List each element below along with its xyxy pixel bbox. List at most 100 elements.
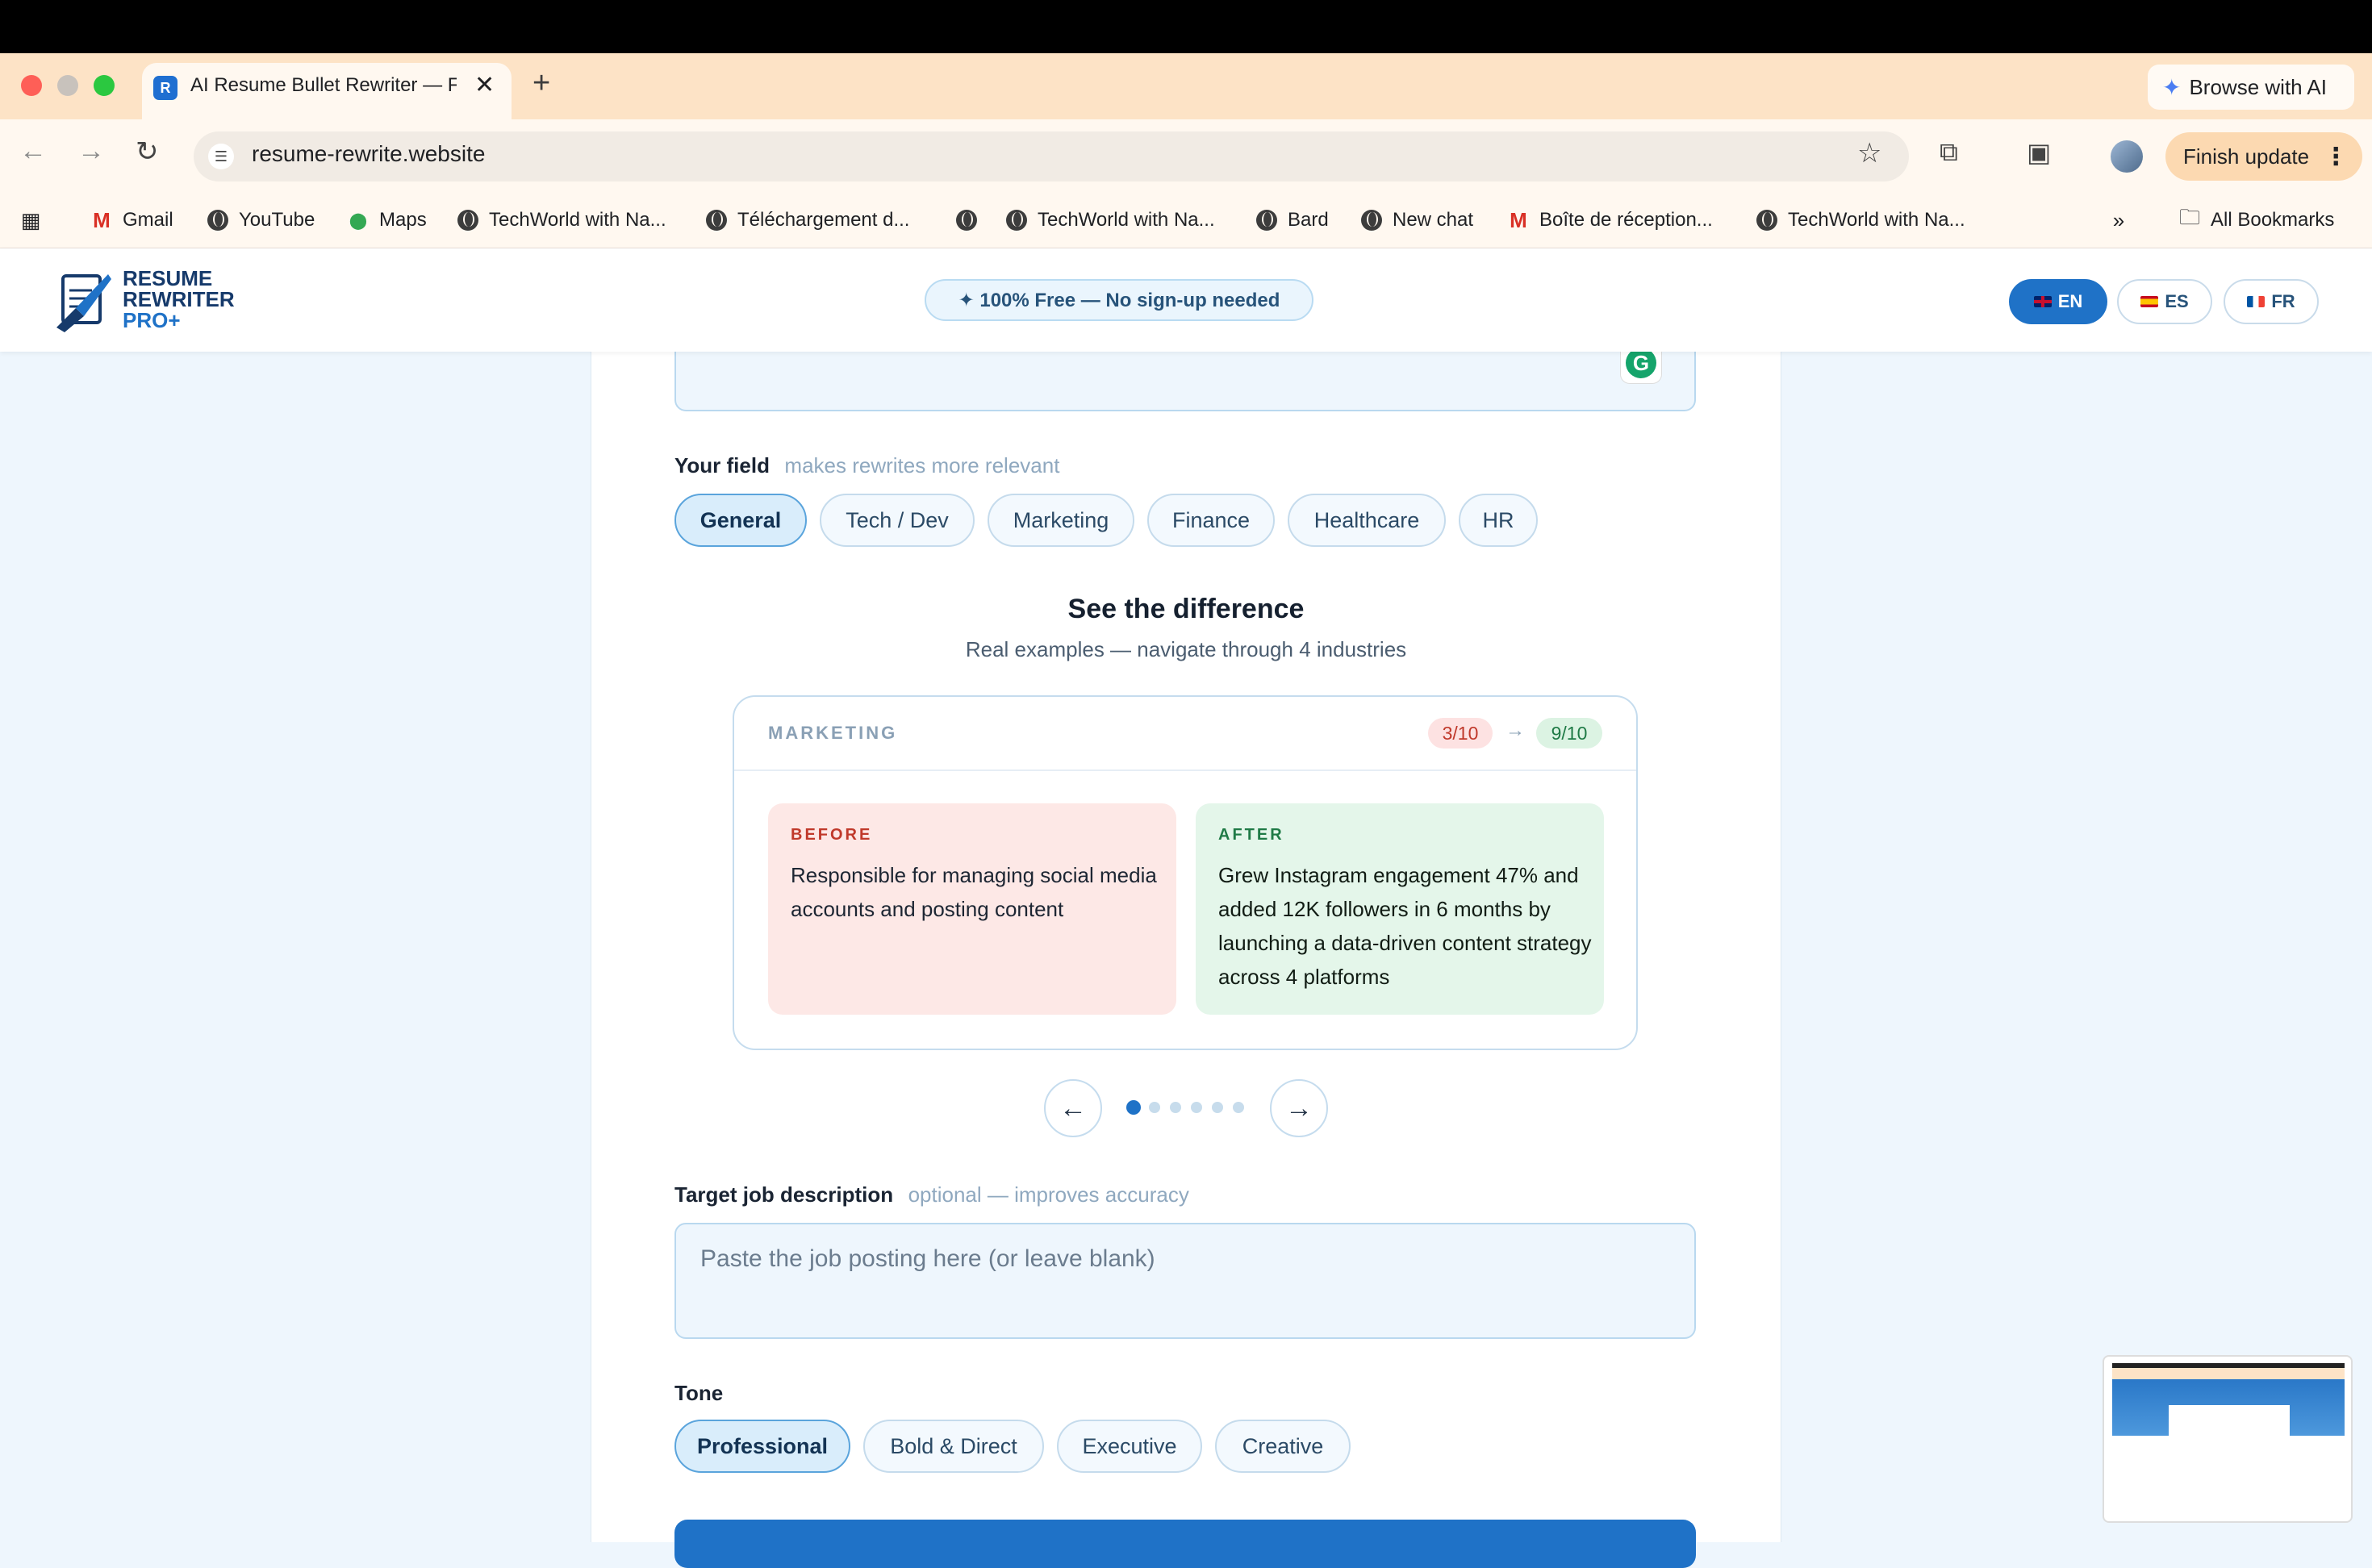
job-label: Target job description: [674, 1182, 894, 1207]
tone-option-professional[interactable]: Professional: [674, 1420, 850, 1473]
screenshot-thumbnail[interactable]: [2103, 1355, 2353, 1523]
field-option-tech-dev[interactable]: Tech / Dev: [820, 494, 975, 547]
job-description-textarea[interactable]: Paste the job posting here (or leave bla…: [674, 1223, 1696, 1339]
carousel-dot[interactable]: [1212, 1102, 1223, 1113]
bookmark-item[interactable]: Téléchargement d...: [705, 206, 909, 234]
tone-option-creative[interactable]: Creative: [1215, 1420, 1351, 1473]
bookmark-label: Gmail: [123, 209, 173, 231]
apps-grid-icon[interactable]: ▦: [19, 206, 42, 234]
media-search-icon[interactable]: ▣: [2027, 137, 2051, 168]
field-option-finance[interactable]: Finance: [1147, 494, 1275, 547]
field-hint: makes rewrites more relevant: [784, 453, 1060, 477]
prev-example-button[interactable]: ←: [1044, 1079, 1102, 1137]
globe-icon: [1756, 209, 1778, 231]
bookmark-item[interactable]: TechWorld with Na...: [1005, 206, 1215, 234]
gmail-icon: M: [93, 207, 111, 232]
score-arrow-icon: →: [1505, 719, 1525, 741]
finish-update-button[interactable]: Finish update ⋮: [2165, 132, 2362, 181]
score-after-badge: 9/10: [1536, 718, 1602, 749]
folder-icon: 🗀: [2178, 205, 2200, 229]
tone-options: Professional Bold & Direct Executive Creati…: [674, 1420, 1481, 1476]
bookmark-star-icon[interactable]: ☆: [1857, 137, 1881, 169]
extensions-icon[interactable]: ⧉: [1940, 137, 1958, 168]
profile-avatar[interactable]: [2111, 140, 2143, 173]
bookmark-item[interactable]: [955, 206, 978, 234]
bookmark-item[interactable]: TechWorld with Na...: [1756, 206, 1965, 234]
language-en-button[interactable]: EN: [2009, 279, 2107, 324]
browse-with-ai-button[interactable]: ✦ Browse with AI: [2148, 65, 2354, 110]
difference-subtitle: Real examples — navigate through 4 indus…: [965, 637, 1407, 661]
bookmark-label: TechWorld with Na...: [1038, 209, 1215, 231]
difference-title: See the difference: [1067, 594, 1305, 624]
france-flag-icon: [2247, 296, 2266, 307]
arrow-right-icon: →: [1285, 1092, 1313, 1124]
sparkle-icon: ✦: [2162, 74, 2182, 100]
language-fr-label: FR: [2271, 291, 2295, 311]
bookmark-label: Téléchargement d...: [737, 209, 910, 231]
bookmark-label: Maps: [379, 209, 427, 231]
field-option-hr[interactable]: HR: [1459, 494, 1538, 547]
bookmark-label: New chat: [1393, 209, 1474, 231]
bookmark-item[interactable]: New chat: [1360, 206, 1473, 234]
score-before-badge: 3/10: [1428, 718, 1493, 749]
new-tab-icon[interactable]: +: [532, 66, 550, 101]
job-hint: optional — improves accuracy: [908, 1182, 1189, 1207]
bookmark-item[interactable]: Bard: [1255, 206, 1329, 234]
uk-flag-icon: [2033, 296, 2052, 307]
close-window-button[interactable]: [21, 75, 42, 96]
job-placeholder: Paste the job posting here (or leave bla…: [700, 1245, 1155, 1272]
screen-top-bar: [0, 0, 2372, 53]
free-badge: ✦ 100% Free — No sign-up needed: [925, 279, 1313, 321]
url-text[interactable]: resume-rewrite.website: [252, 141, 485, 167]
logo-text[interactable]: RESUME REWRITER PRO+: [123, 268, 235, 331]
bookmark-item[interactable]: M Boîte de réception...: [1507, 206, 1713, 234]
carousel-dot[interactable]: [1149, 1102, 1160, 1113]
language-fr-button[interactable]: FR: [2224, 279, 2319, 324]
globe-icon: [207, 209, 229, 231]
more-menu-icon[interactable]: ⋮: [2324, 143, 2348, 171]
bookmark-item[interactable]: YouTube: [207, 206, 315, 234]
bookmark-item[interactable]: ⬤ Maps: [347, 206, 427, 234]
after-label: AFTER: [1218, 826, 1284, 844]
arrow-left-icon: ←: [1059, 1092, 1087, 1124]
bookmark-item[interactable]: M Gmail: [90, 206, 173, 234]
site-settings-icon[interactable]: ☰: [208, 144, 234, 169]
rewrite-submit-button[interactable]: [674, 1520, 1696, 1568]
carousel-dot[interactable]: [1233, 1102, 1244, 1113]
back-arrow-icon[interactable]: ←: [19, 136, 47, 167]
field-option-general[interactable]: General: [674, 494, 807, 547]
tab-favicon-icon: R: [153, 76, 177, 100]
bookmark-label: YouTube: [239, 209, 315, 231]
bookmark-label: TechWorld with Na...: [1788, 209, 1965, 231]
field-heading: Your field makes rewrites more relevant: [674, 453, 1059, 478]
after-text: Grew Instagram engagement 47% and added …: [1218, 863, 1592, 989]
language-es-label: ES: [2165, 291, 2189, 311]
globe-icon: [457, 209, 479, 231]
tone-option-bold-direct[interactable]: Bold & Direct: [863, 1420, 1044, 1473]
carousel-dot[interactable]: [1191, 1102, 1202, 1113]
tone-label: Tone: [674, 1381, 724, 1405]
maximize-window-button[interactable]: [94, 75, 115, 96]
finish-update-label: Finish update: [2183, 144, 2310, 169]
carousel-dot[interactable]: [1126, 1100, 1141, 1115]
logo-icon[interactable]: [52, 269, 113, 332]
field-option-healthcare[interactable]: Healthcare: [1288, 494, 1446, 547]
language-es-button[interactable]: ES: [2117, 279, 2212, 324]
all-bookmarks-button[interactable]: 🗀 All Bookmarks: [2178, 205, 2334, 234]
forward-arrow-icon[interactable]: →: [77, 136, 105, 167]
carousel-dot[interactable]: [1170, 1102, 1181, 1113]
tab-close-icon[interactable]: ✕: [474, 71, 495, 99]
bookmarks-overflow-icon[interactable]: »: [2107, 206, 2130, 234]
globe-icon: [1360, 209, 1383, 231]
logo-line-2: REWRITER: [123, 287, 235, 311]
bookmark-label: TechWorld with Na...: [489, 209, 666, 231]
globe-icon: [705, 209, 728, 231]
bookmark-item[interactable]: TechWorld with Na...: [457, 206, 666, 234]
field-option-marketing[interactable]: Marketing: [988, 494, 1134, 547]
tone-option-executive[interactable]: Executive: [1057, 1420, 1202, 1473]
globe-icon: [1255, 209, 1278, 231]
reload-icon[interactable]: ↻: [136, 136, 159, 168]
minimize-window-button[interactable]: [57, 75, 78, 96]
field-label: Your field: [674, 453, 770, 477]
next-example-button[interactable]: →: [1270, 1079, 1328, 1137]
